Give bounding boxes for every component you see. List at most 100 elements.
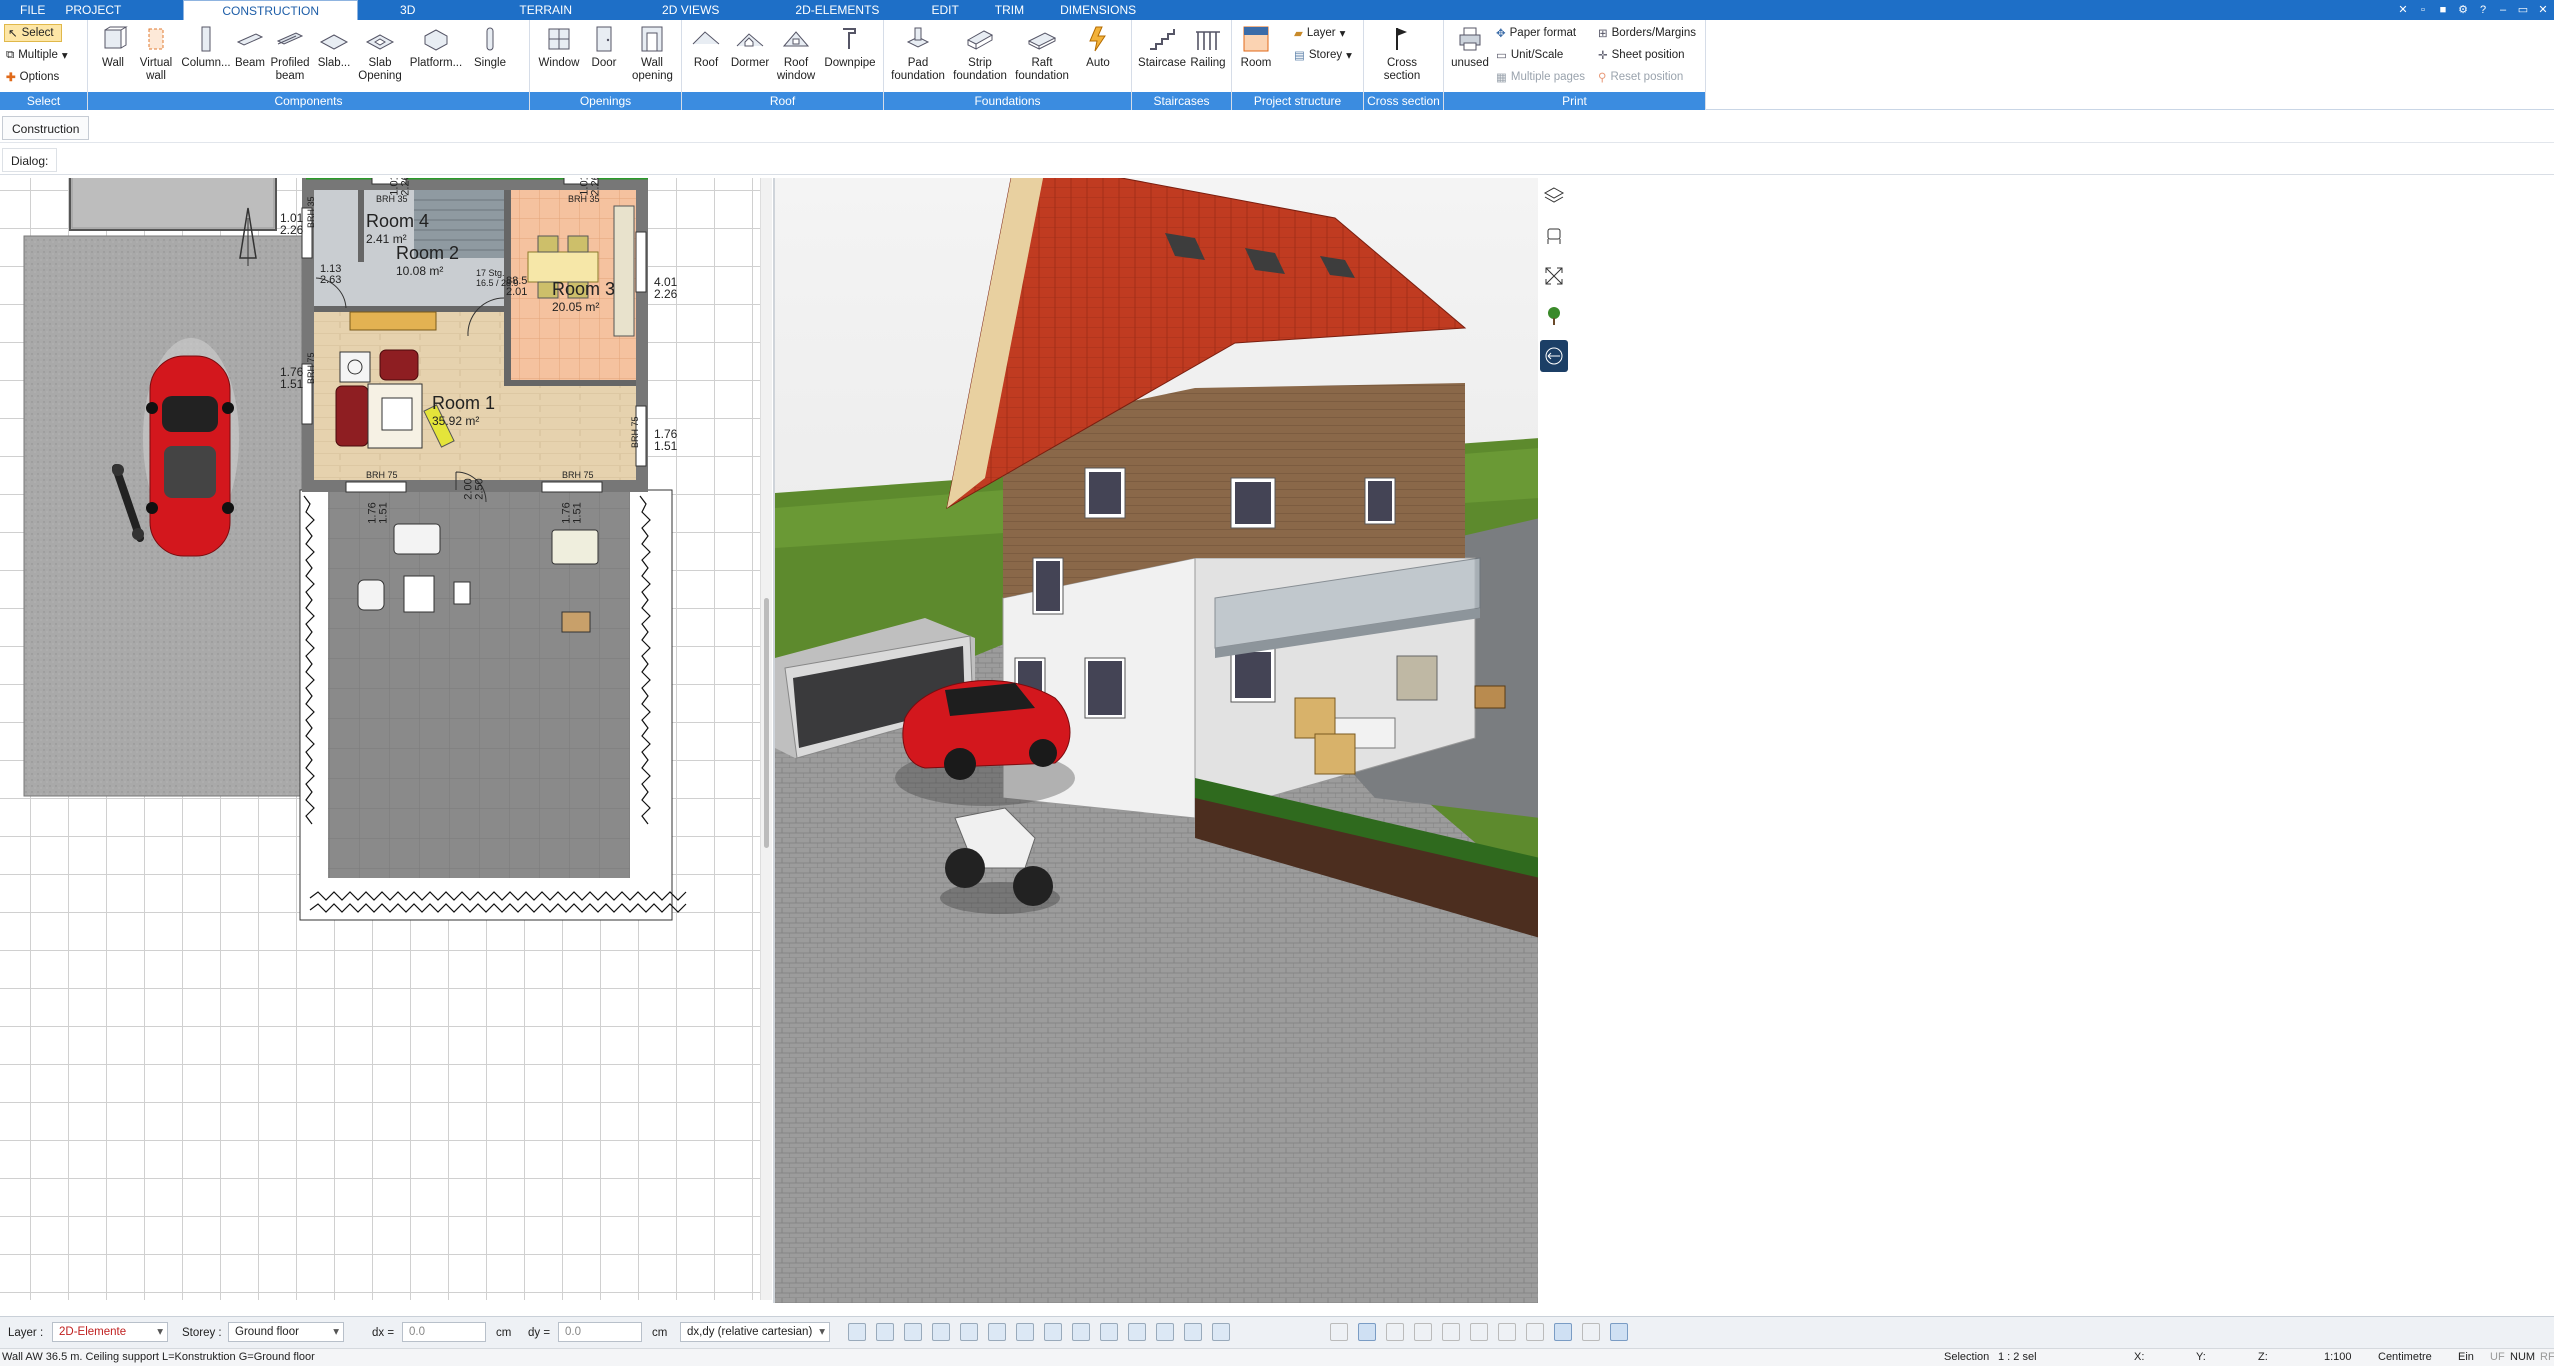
color-icon[interactable]: ■ (2436, 3, 2450, 17)
unit-scale-button[interactable]: ▭ Unit/Scale (1496, 46, 1563, 64)
tab-3d[interactable]: 3D (384, 0, 431, 20)
snap-nearest-icon[interactable] (1156, 1323, 1174, 1341)
tools-icon[interactable]: ✕ (2396, 3, 2410, 17)
slab-button[interactable]: Slab... (316, 24, 352, 70)
view-ruler-icon[interactable] (1330, 1323, 1348, 1341)
snap-orthogonal-icon[interactable] (1128, 1323, 1146, 1341)
auto-foundation-button[interactable]: Auto (1078, 24, 1118, 70)
snap-tangent-icon[interactable] (1072, 1323, 1090, 1341)
more-options-icon[interactable] (1250, 1323, 1260, 1341)
layer-button[interactable]: ▰ Layer ▾ (1294, 24, 1345, 42)
room-button[interactable]: Room (1238, 24, 1274, 70)
construction-view-tab[interactable]: Construction (2, 116, 90, 140)
coordinate-mode-select[interactable]: dx,dy (relative cartesian) ▾ (680, 1322, 830, 1342)
furniture-chair-icon[interactable] (1540, 220, 1568, 252)
tab-2d-elements[interactable]: 2D-ELEMENTS (779, 0, 895, 20)
strip-foundation-button[interactable]: Strip foundation (950, 24, 1010, 83)
view-split-icon[interactable] (1386, 1323, 1404, 1341)
dx-input[interactable]: 0.0 (402, 1322, 486, 1342)
wall-button[interactable]: Wall (94, 24, 132, 70)
roof-button[interactable]: Roof (688, 24, 724, 70)
minimize-icon[interactable]: – (2496, 3, 2510, 17)
snap-point-icon[interactable] (876, 1323, 894, 1341)
view-fit-icon[interactable] (1582, 1323, 1600, 1341)
help-icon[interactable]: ? (2476, 3, 2490, 17)
wall-opening-button[interactable]: Wall opening (628, 24, 676, 83)
snap-text-icon[interactable] (988, 1323, 1006, 1341)
view-walk-icon[interactable] (1526, 1323, 1544, 1341)
window-button[interactable]: Window (536, 24, 582, 70)
storey-select[interactable]: Ground floor ▾ (228, 1322, 344, 1342)
3d-view[interactable] (773, 178, 1538, 1303)
multiple-button[interactable]: ⧉ Multiple ▾ (6, 46, 68, 64)
view-zoom-icon[interactable] (1610, 1323, 1628, 1341)
snap-north-icon[interactable] (1212, 1323, 1230, 1341)
close-icon[interactable]: ✕ (2536, 3, 2550, 17)
pad-foundation-button[interactable]: Pad foundation (888, 24, 948, 83)
settings-icon[interactable]: ⚙ (2456, 3, 2470, 17)
virtual-wall-button[interactable]: Virtual wall (136, 24, 176, 83)
view-objects-icon[interactable] (1498, 1323, 1516, 1341)
door-button[interactable]: Door (586, 24, 622, 70)
3d-car (895, 680, 1075, 806)
profiled-beam-button[interactable]: Profiled beam (270, 24, 310, 83)
snap-intersection-icon[interactable] (960, 1323, 978, 1341)
room-label[interactable]: Room 3 20.05 m² (552, 280, 615, 316)
tab-2d-views[interactable]: 2D VIEWS (646, 0, 735, 20)
reset-position-button[interactable]: ⚲ Reset position (1598, 68, 1683, 86)
sheet-position-icon: ✛ (1598, 50, 1608, 62)
snap-normal-icon[interactable] (1184, 1323, 1202, 1341)
maximize-icon[interactable]: ▭ (2516, 3, 2530, 17)
options-button[interactable]: ✚ Options (6, 68, 59, 86)
borders-margins-button[interactable]: ⊞ Borders/Margins (1598, 24, 1696, 42)
column-button[interactable]: Column... (181, 24, 231, 70)
tab-edit[interactable]: EDIT (915, 0, 974, 20)
restore-small-icon[interactable]: ▫ (2416, 3, 2430, 17)
layers-icon[interactable] (1540, 180, 1568, 212)
tab-dimensions[interactable]: DIMENSIONS (1044, 0, 1152, 20)
snap-perpendicular-icon[interactable] (1016, 1323, 1034, 1341)
floor-plan-view[interactable]: Room 4 2.41 m² Room 2 10.08 m² Room 3 20.05… (0, 178, 760, 1300)
snap-midpoint-icon[interactable] (932, 1323, 950, 1341)
snap-grid-icon[interactable] (848, 1323, 866, 1341)
dormer-button[interactable]: Dormer (728, 24, 772, 70)
railing-button[interactable]: Railing (1188, 24, 1228, 70)
view-print-icon[interactable] (1470, 1323, 1488, 1341)
beam-button[interactable]: Beam (232, 24, 268, 70)
unused-button[interactable]: unused (1450, 24, 1490, 70)
navigation-icon[interactable] (1540, 340, 1568, 372)
sheet-position-button[interactable]: ✛ Sheet position (1598, 46, 1685, 64)
tab-construction[interactable]: CONSTRUCTION (183, 0, 359, 20)
room-label[interactable]: Room 1 35.92 m² (432, 394, 495, 430)
tree-icon[interactable] (1540, 300, 1568, 332)
tab-terrain[interactable]: TERRAIN (503, 0, 588, 20)
layer-select[interactable]: 2D-Elemente ▾ (52, 1322, 168, 1342)
snap-line-icon[interactable] (904, 1323, 922, 1341)
plan-scrollbar[interactable] (760, 178, 772, 1300)
select-button[interactable]: ↖ Select (4, 24, 62, 42)
slab-opening-button[interactable]: Slab Opening (356, 24, 404, 83)
view-grid-icon[interactable] (1554, 1323, 1572, 1341)
room-label[interactable]: Room 2 10.08 m² (396, 244, 459, 280)
scroll-thumb[interactable] (764, 598, 769, 848)
single-button[interactable]: Single (470, 24, 510, 70)
cross-section-button[interactable]: Cross section (1378, 24, 1426, 83)
brh-label: BRH 75 (562, 470, 594, 480)
snap-angle-icon[interactable] (1100, 1323, 1118, 1341)
roof-window-button[interactable]: Roof window (776, 24, 816, 83)
dy-input[interactable]: 0.0 (558, 1322, 642, 1342)
fit-view-icon[interactable] (1540, 260, 1568, 292)
tab-trim[interactable]: TRIM (979, 0, 1040, 20)
snap-center-icon[interactable] (1044, 1323, 1062, 1341)
multiple-pages-button[interactable]: ▦ Multiple pages (1496, 68, 1585, 86)
view-section-icon[interactable] (1442, 1323, 1460, 1341)
view-floorplan-icon[interactable] (1358, 1323, 1376, 1341)
platform-button[interactable]: Platform... (408, 24, 464, 70)
raft-foundation-button[interactable]: Raft foundation (1012, 24, 1072, 83)
view-3d-icon[interactable] (1414, 1323, 1432, 1341)
storey-button[interactable]: ▤ Storey ▾ (1294, 46, 1352, 64)
staircase-button[interactable]: Staircase (1138, 24, 1186, 70)
paper-format-button[interactable]: ✥ Paper format (1496, 24, 1576, 42)
tab-project[interactable]: PROJECT (0, 0, 143, 20)
downpipe-button[interactable]: Downpipe (822, 24, 878, 70)
